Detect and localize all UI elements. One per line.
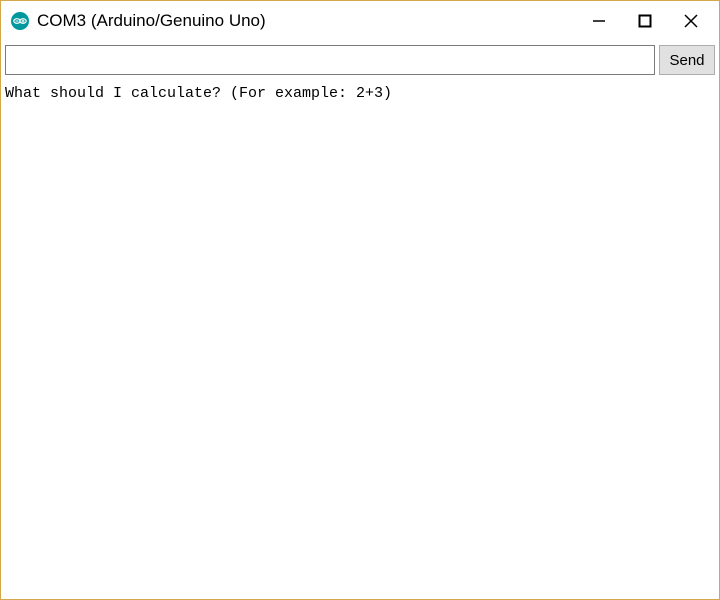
minimize-icon[interactable] [589,11,609,31]
input-row: Send [1,41,719,79]
maximize-icon[interactable] [635,11,655,31]
serial-output: What should I calculate? (For example: 2… [1,79,719,108]
window-title: COM3 (Arduino/Genuino Uno) [37,11,589,31]
serial-input[interactable] [5,45,655,75]
send-button[interactable]: Send [659,45,715,75]
titlebar: COM3 (Arduino/Genuino Uno) [1,1,719,41]
arduino-icon [11,12,29,30]
close-icon[interactable] [681,11,701,31]
window-controls [589,11,701,31]
